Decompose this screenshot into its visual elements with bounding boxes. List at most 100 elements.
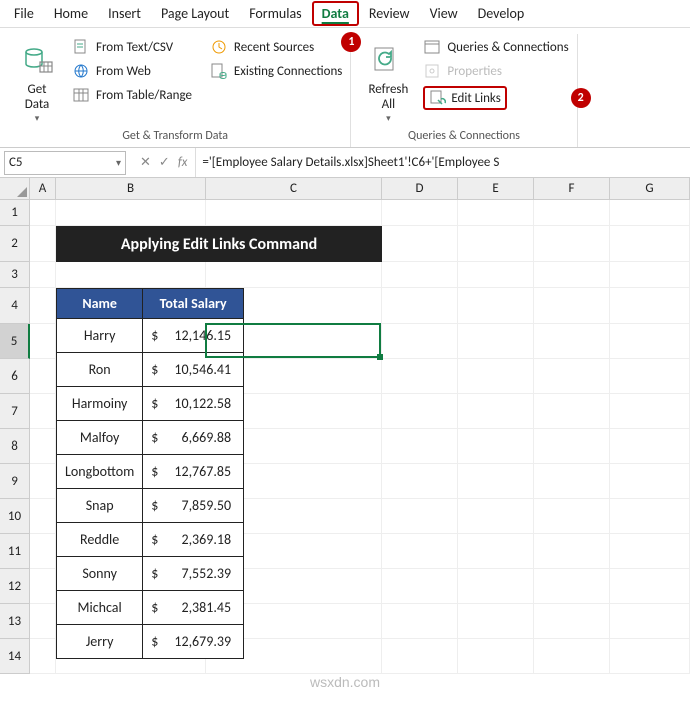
cell[interactable]: [610, 262, 690, 288]
cell[interactable]: [30, 429, 56, 464]
cell[interactable]: [534, 288, 610, 324]
cell[interactable]: [610, 604, 690, 639]
cell[interactable]: [534, 534, 610, 569]
cell[interactable]: [458, 394, 534, 429]
cell[interactable]: [206, 464, 382, 499]
cell[interactable]: [458, 639, 534, 674]
cell[interactable]: [206, 288, 382, 324]
cell[interactable]: [458, 604, 534, 639]
cell[interactable]: [30, 324, 56, 359]
cell[interactable]: [382, 324, 458, 359]
cell[interactable]: [206, 226, 382, 262]
row-header-7[interactable]: 7: [0, 394, 30, 429]
from-web-button[interactable]: From Web: [72, 62, 192, 80]
recent-sources-button[interactable]: Recent Sources: [210, 38, 342, 56]
col-header-D[interactable]: D: [382, 178, 458, 200]
menu-item-data[interactable]: Data: [312, 1, 359, 26]
cell[interactable]: [382, 534, 458, 569]
cell[interactable]: [56, 288, 206, 324]
row-header-6[interactable]: 6: [0, 359, 30, 394]
cell[interactable]: [610, 200, 690, 226]
cell[interactable]: [30, 394, 56, 429]
cell[interactable]: [56, 604, 206, 639]
row-header-11[interactable]: 11: [0, 534, 30, 569]
cell[interactable]: [382, 200, 458, 226]
cell[interactable]: [382, 569, 458, 604]
cell[interactable]: [382, 288, 458, 324]
cell[interactable]: [610, 499, 690, 534]
row-header-4[interactable]: 4: [0, 288, 30, 324]
row-header-12[interactable]: 12: [0, 569, 30, 604]
cell[interactable]: [206, 394, 382, 429]
col-header-C[interactable]: C: [206, 178, 382, 200]
cell[interactable]: [206, 639, 382, 674]
refresh-all-button[interactable]: Refresh All ▾: [359, 34, 417, 129]
col-header-G[interactable]: G: [610, 178, 690, 200]
cell[interactable]: [534, 639, 610, 674]
cell[interactable]: [382, 359, 458, 394]
fx-icon[interactable]: fx: [178, 155, 188, 170]
cell[interactable]: [534, 200, 610, 226]
cancel-icon[interactable]: ✕: [140, 155, 151, 170]
row-header-8[interactable]: 8: [0, 429, 30, 464]
cell[interactable]: [206, 534, 382, 569]
cell[interactable]: [382, 429, 458, 464]
cell[interactable]: [610, 429, 690, 464]
from-text-csv-button[interactable]: From Text/CSV: [72, 38, 192, 56]
cell[interactable]: [30, 569, 56, 604]
cell[interactable]: [458, 359, 534, 394]
row-header-10[interactable]: 10: [0, 499, 30, 534]
menu-item-file[interactable]: File: [4, 1, 44, 26]
cell[interactable]: [56, 464, 206, 499]
cell[interactable]: [534, 499, 610, 534]
menu-item-view[interactable]: View: [420, 1, 468, 26]
row-header-13[interactable]: 13: [0, 604, 30, 639]
get-data-button[interactable]: Get Data ▾: [8, 34, 66, 129]
cell[interactable]: [534, 262, 610, 288]
col-header-E[interactable]: E: [458, 178, 534, 200]
cell[interactable]: [458, 534, 534, 569]
properties-button[interactable]: Properties: [423, 62, 568, 80]
row-header-3[interactable]: 3: [0, 262, 30, 288]
cell[interactable]: [610, 569, 690, 604]
cell[interactable]: [30, 464, 56, 499]
cell[interactable]: [30, 499, 56, 534]
cell[interactable]: [206, 429, 382, 464]
cell[interactable]: [458, 262, 534, 288]
cell[interactable]: [30, 226, 56, 262]
cell[interactable]: [30, 534, 56, 569]
cell[interactable]: [30, 288, 56, 324]
menu-item-page-layout[interactable]: Page Layout: [151, 1, 239, 26]
cell[interactable]: [206, 262, 382, 288]
cell[interactable]: [534, 429, 610, 464]
select-all-corner[interactable]: [0, 178, 30, 200]
cell[interactable]: [206, 359, 382, 394]
row-header-1[interactable]: 1: [0, 200, 30, 226]
cell[interactable]: [458, 226, 534, 262]
cell[interactable]: [30, 639, 56, 674]
cell[interactable]: [610, 324, 690, 359]
cell[interactable]: [458, 429, 534, 464]
cell[interactable]: [458, 499, 534, 534]
edit-links-button[interactable]: Edit Links 2: [423, 86, 568, 110]
col-header-F[interactable]: F: [534, 178, 610, 200]
cell[interactable]: [30, 359, 56, 394]
cell[interactable]: [534, 569, 610, 604]
menu-item-formulas[interactable]: Formulas: [239, 1, 311, 26]
cell[interactable]: [534, 464, 610, 499]
cell[interactable]: [56, 394, 206, 429]
col-header-A[interactable]: A: [30, 178, 56, 200]
cell[interactable]: [534, 394, 610, 429]
cell[interactable]: [610, 534, 690, 569]
cell[interactable]: [610, 288, 690, 324]
cell[interactable]: [458, 569, 534, 604]
cell[interactable]: [382, 604, 458, 639]
cell[interactable]: [610, 394, 690, 429]
queries-connections-button[interactable]: Queries & Connections: [423, 38, 568, 56]
from-table-range-button[interactable]: From Table/Range: [72, 86, 192, 104]
menu-item-review[interactable]: Review: [359, 1, 420, 26]
cell[interactable]: [206, 200, 382, 226]
menu-item-insert[interactable]: Insert: [98, 1, 151, 26]
cell[interactable]: [30, 604, 56, 639]
cell[interactable]: [206, 499, 382, 534]
